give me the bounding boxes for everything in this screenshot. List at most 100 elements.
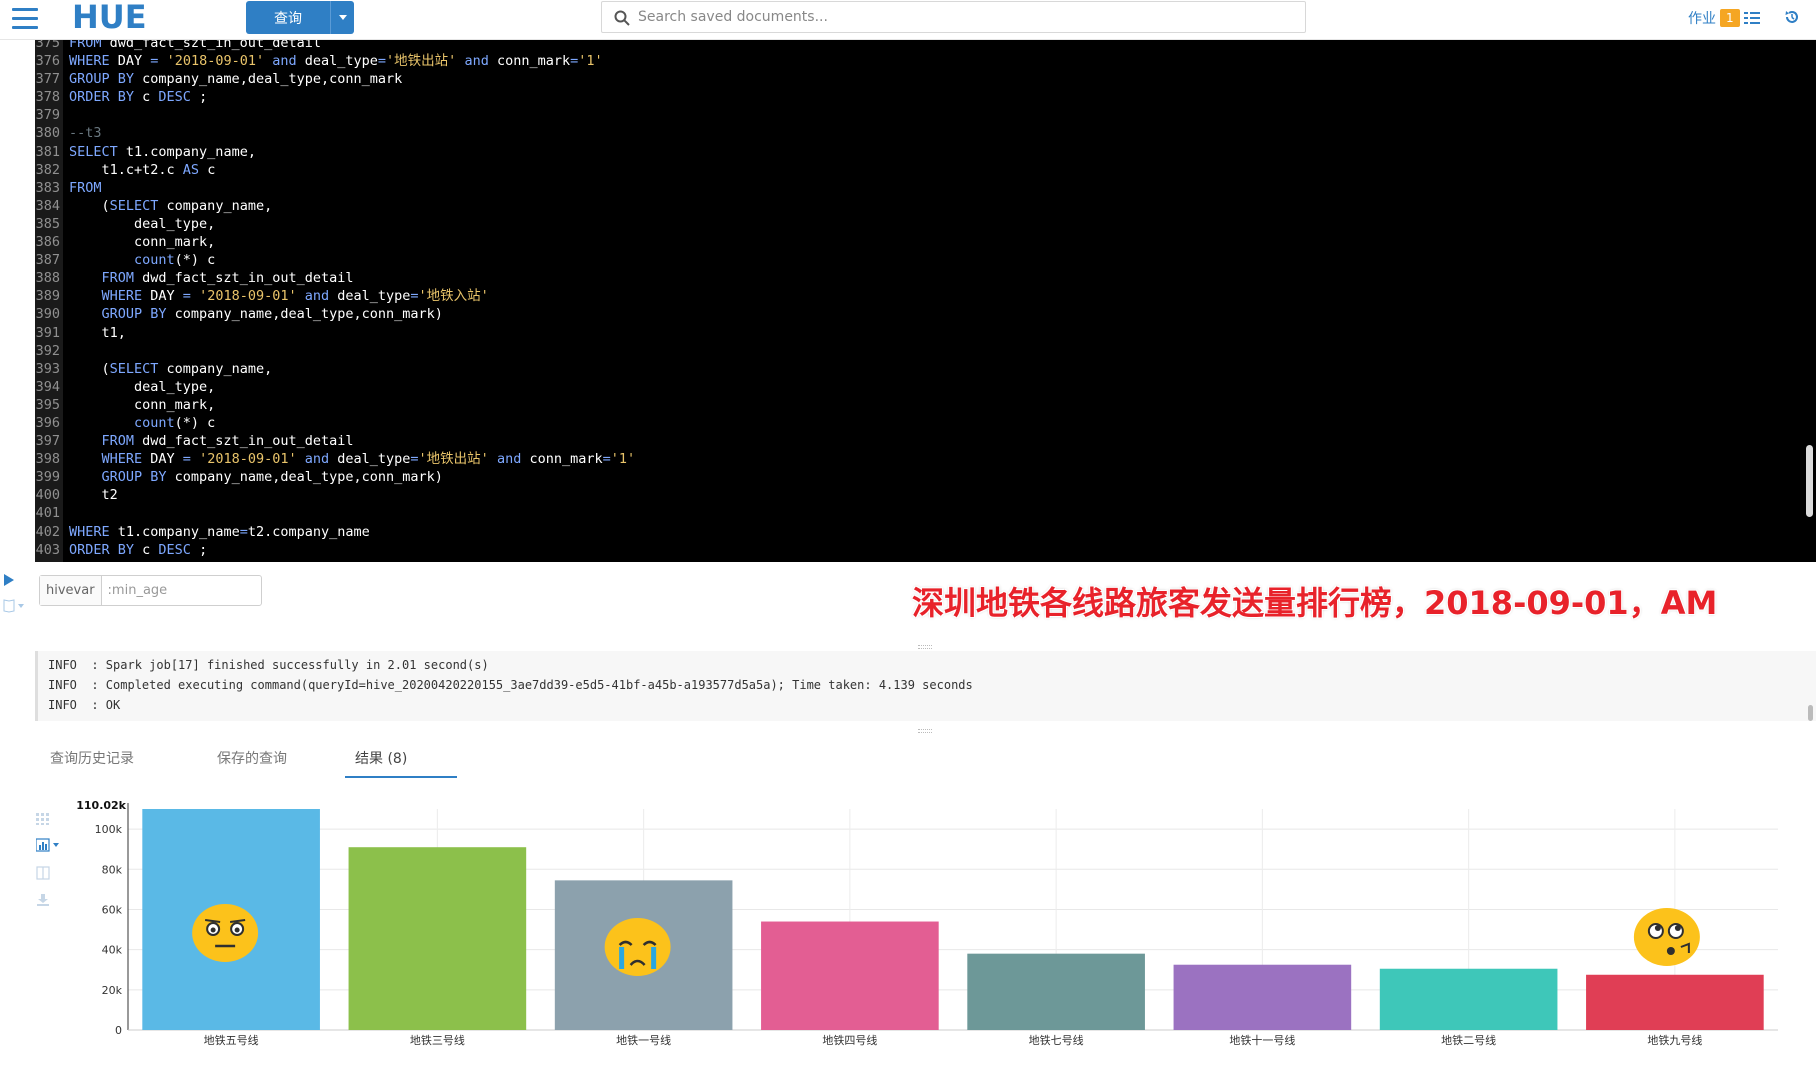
history-icon[interactable] [1784, 9, 1800, 25]
code-token: '地铁出站' [418, 451, 489, 468]
play-icon[interactable] [3, 574, 15, 586]
log-scrollbar[interactable] [1808, 705, 1813, 721]
line-number: 400 [35, 487, 60, 504]
tab-query-history[interactable]: 查询历史记录 [50, 742, 134, 778]
code-line[interactable]: 377 GROUP BY company_name,deal_type,conn_… [35, 70, 1816, 88]
code-line[interactable]: 375 FROM dwd_fact_szt_in_out_detail [35, 40, 1816, 52]
code-text: WHERE DAY = '2018-09-01' and deal_type='… [63, 52, 603, 70]
bar [967, 953, 1145, 1030]
bar [1379, 968, 1558, 1030]
code-line[interactable]: 383 FROM [35, 179, 1816, 197]
code-line[interactable]: 384 (SELECT company_name, [35, 197, 1816, 215]
code-line[interactable]: 376 WHERE DAY = '2018-09-01' and deal_typ… [35, 52, 1816, 70]
search-input[interactable] [638, 5, 1288, 29]
code-token: --t3 [69, 125, 102, 142]
y-tick-label: 20k [102, 984, 123, 997]
query-dropdown-caret-icon[interactable] [330, 1, 354, 34]
code-line[interactable]: 402 WHERE t1.company_name=t2.company_name [35, 523, 1816, 541]
code-token: count [69, 252, 175, 269]
download-icon[interactable] [36, 893, 50, 907]
code-line[interactable]: 396 count(*) c [35, 414, 1816, 432]
line-number: 382 [35, 161, 60, 178]
code-token: GROUP BY [69, 71, 143, 88]
code-token: = [410, 451, 419, 468]
code-token: t2.company_name [247, 523, 370, 540]
code-line[interactable]: 379 [35, 106, 1816, 124]
code-line[interactable]: 386 conn_mark, [35, 233, 1816, 251]
code-line[interactable]: 401 [35, 504, 1816, 522]
code-token: '2018-09-01' [199, 451, 297, 468]
code-line[interactable]: 397 FROM dwd_fact_szt_in_out_detail [35, 432, 1816, 450]
line-number: 396 [35, 414, 60, 431]
code-line[interactable]: 393 (SELECT company_name, [35, 360, 1816, 378]
code-line[interactable]: 380 --t3 [35, 124, 1816, 142]
code-token: AS [182, 161, 208, 178]
bar [1173, 964, 1352, 1030]
code-text: ORDER BY c DESC ; [63, 541, 207, 559]
code-token: DESC [158, 89, 191, 106]
code-line[interactable]: 387 count(*) c [35, 251, 1816, 269]
code-token: GROUP BY [69, 306, 175, 323]
columns-icon[interactable] [36, 866, 50, 880]
code-line[interactable]: 385 deal_type, [35, 215, 1816, 233]
line-number: 387 [35, 252, 60, 269]
bar [1586, 974, 1764, 1030]
hamburger-menu-icon[interactable] [12, 8, 38, 30]
resize-handle[interactable] [918, 729, 932, 733]
code-token: deal_type, [69, 215, 216, 232]
tab-results[interactable]: 结果 (8) [345, 742, 457, 778]
code-token: dwd_fact_szt_in_out_detail [142, 270, 354, 287]
editor-scrollbar[interactable] [1806, 445, 1813, 517]
code-line[interactable]: 391 t1, [35, 324, 1816, 342]
log-line: INFO : Completed executing command(query… [48, 678, 973, 692]
log-line: INFO : OK [48, 698, 121, 712]
code-line[interactable]: 395 conn_mark, [35, 396, 1816, 414]
code-line[interactable]: 392 [35, 342, 1816, 360]
jobs-label[interactable]: 作业 [1688, 8, 1716, 28]
query-button[interactable]: 查询 [246, 1, 330, 34]
code-line[interactable]: 388 FROM dwd_fact_szt_in_out_detail [35, 269, 1816, 287]
y-tick-label: 80k [102, 863, 123, 876]
x-tick-label: 地铁二号线 [1441, 1033, 1496, 1047]
code-text: WHERE DAY = '2018-09-01' and deal_type='… [63, 450, 636, 468]
code-token: WHERE [69, 451, 151, 468]
grid-icon[interactable] [36, 812, 50, 826]
code-token: company_name, [166, 197, 273, 214]
code-token: FROM [69, 433, 143, 450]
code-line[interactable]: 403 ORDER BY c DESC ; [35, 541, 1816, 559]
code-token: FROM [69, 270, 143, 287]
y-tick-label: 60k [102, 903, 123, 916]
book-icon[interactable] [3, 599, 25, 613]
code-token: ORDER BY [69, 89, 143, 106]
code-text: WHERE DAY = '2018-09-01' and deal_type='… [63, 287, 489, 305]
hue-logo[interactable]: HUE [72, 0, 172, 34]
unamused-face-emoji [192, 904, 259, 962]
code-line[interactable]: 390 GROUP BY company_name,deal_type,conn… [35, 305, 1816, 323]
resize-handle[interactable] [918, 645, 932, 649]
result-tabs: 查询历史记录 保存的查询 结果 (8) [35, 742, 1816, 782]
list-icon[interactable] [1743, 11, 1760, 25]
code-line[interactable]: 381 SELECT t1.company_name, [35, 143, 1816, 161]
code-token: ; [190, 541, 208, 558]
code-line[interactable]: 389 WHERE DAY = '2018-09-01' and deal_ty… [35, 287, 1816, 305]
code-text: GROUP BY company_name,deal_type,conn_mar… [63, 305, 443, 323]
code-token: = [239, 523, 248, 540]
code-line[interactable]: 382 t1.c+t2.c AS c [35, 161, 1816, 179]
bar-chart-icon[interactable] [36, 838, 62, 852]
code-token: conn_mark, [69, 234, 216, 251]
jobs-count-badge[interactable]: 1 [1720, 9, 1740, 27]
x-tick-label: 地铁一号线 [616, 1033, 671, 1047]
code-line[interactable]: 399 GROUP BY company_name,deal_type,conn… [35, 468, 1816, 486]
code-line[interactable]: 400 t2 [35, 486, 1816, 504]
code-token: WHERE [69, 288, 151, 305]
line-number: 397 [35, 433, 60, 450]
x-tick-label: 地铁三号线 [410, 1033, 465, 1047]
code-line[interactable]: 398 WHERE DAY = '2018-09-01' and deal_ty… [35, 450, 1816, 468]
code-line[interactable]: 394 deal_type, [35, 378, 1816, 396]
jobs-area[interactable]: 作业 1 [1688, 6, 1760, 30]
sql-code-editor[interactable]: 375 FROM dwd_fact_szt_in_out_detail 376 WHE… [35, 40, 1816, 562]
code-line[interactable]: 378 ORDER BY c DESC ; [35, 88, 1816, 106]
code-token: and [296, 451, 338, 468]
tab-saved-queries[interactable]: 保存的查询 [217, 742, 287, 778]
hivevar-input[interactable] [101, 576, 252, 605]
